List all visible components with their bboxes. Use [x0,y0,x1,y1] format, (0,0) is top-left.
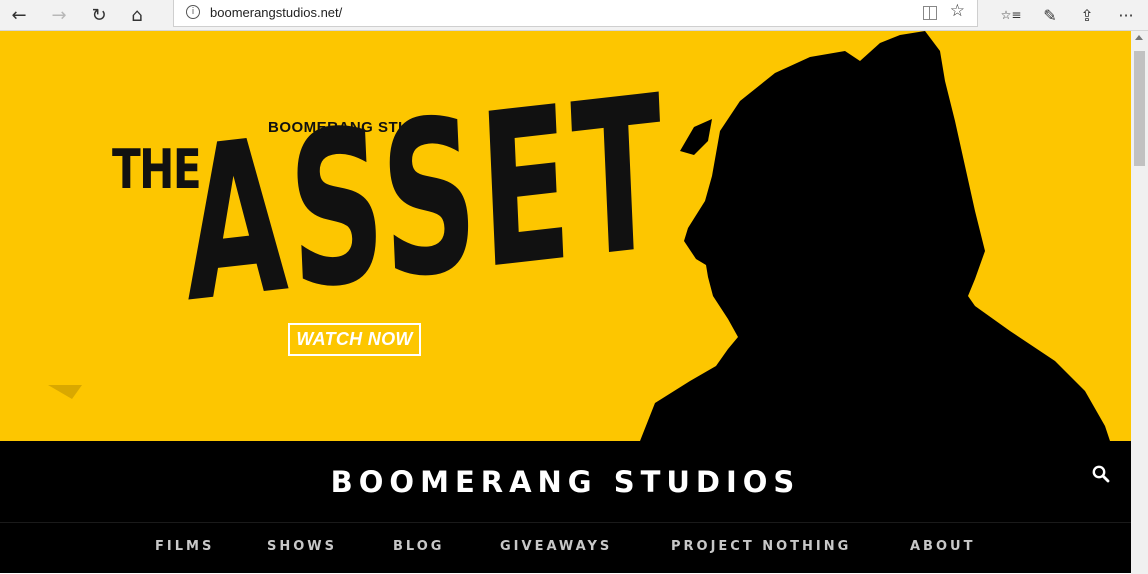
scroll-thumb[interactable] [1134,51,1145,166]
forward-button[interactable]: → [46,2,72,28]
site-logo-text[interactable]: BOOMERANG STUDIOS [0,465,1131,499]
fold-shadow-decoration [48,385,82,399]
favorites-button[interactable]: ☆≡ [997,2,1025,28]
nav-item-films[interactable]: FILMS [155,539,214,554]
notes-button[interactable]: ✎ [1036,2,1064,28]
refresh-icon: ↻ [91,4,107,26]
home-icon: ⌂ [131,4,143,26]
vertical-scrollbar[interactable] [1131,31,1148,574]
favorite-star-icon[interactable]: ☆ [950,1,965,21]
nav-item-shows[interactable]: SHOWS [267,539,337,554]
reading-view-icon[interactable] [923,6,937,20]
address-bar[interactable]: i boomerangstudios.net/ ☆ [173,0,978,27]
back-button[interactable]: ← [6,2,32,28]
arrow-right-icon: → [51,4,67,26]
browser-toolbar: ← → ↻ ⌂ i boomerangstudios.net/ ☆ ☆≡ ✎ ⇪… [0,0,1148,31]
favorites-list-icon: ☆≡ [1000,8,1022,22]
scroll-up-arrow-icon[interactable] [1135,35,1143,40]
hero-banner[interactable]: BOOMERANG STUDIOS THE ASSET WATCH NOW [0,31,1131,441]
web-page: BOOMERANG STUDIOS THE ASSET WATCH NOW BO… [0,31,1131,574]
refresh-button[interactable]: ↻ [86,2,112,28]
nav-item-blog[interactable]: BLOG [393,539,444,554]
main-navigation: FILMS SHOWS BLOG GIVEAWAYS PROJECT NOTHI… [0,523,1131,573]
site-header: BOOMERANG STUDIOS [0,441,1131,523]
url-text[interactable]: boomerangstudios.net/ [210,5,342,20]
arrow-left-icon: ← [11,4,27,26]
nav-item-giveaways[interactable]: GIVEAWAYS [500,539,612,554]
more-button[interactable]: ··· [1112,2,1140,28]
share-button[interactable]: ⇪ [1073,2,1101,28]
search-icon[interactable] [1092,465,1110,483]
hero-title-asset: ASSET [179,48,672,350]
more-icon: ··· [1118,5,1134,25]
share-icon: ⇪ [1080,5,1094,25]
info-icon[interactable]: i [186,5,200,19]
home-button[interactable]: ⌂ [124,2,150,28]
nav-item-project-nothing[interactable]: PROJECT NOTHING [671,539,851,554]
pen-icon: ✎ [1043,5,1057,25]
nav-item-about[interactable]: ABOUT [910,539,975,554]
watch-now-button[interactable]: WATCH NOW [288,323,421,356]
